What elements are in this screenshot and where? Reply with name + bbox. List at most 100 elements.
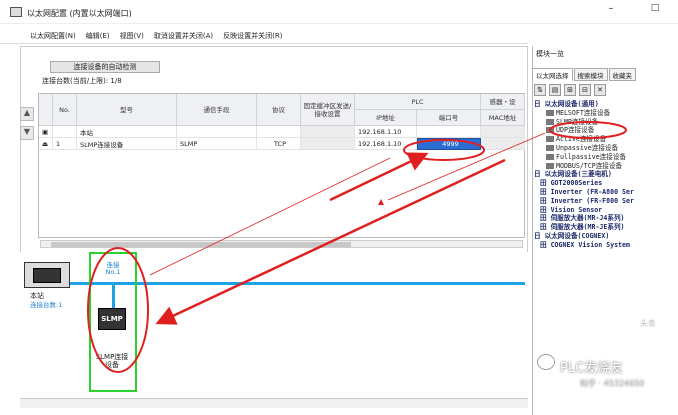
move-up-button[interactable]: ▲ [20,107,34,121]
header-sensor: 感器・设 [481,94,525,110]
header-comm: 通信手段 [177,94,257,126]
menu-view[interactable]: 视图(V) [120,31,144,41]
diagram-scrollbar[interactable] [20,398,528,408]
header-port: 端口号 [417,110,481,126]
move-down-button[interactable]: ▼ [20,126,34,140]
device-icon [546,153,554,160]
cell-protocol[interactable] [257,126,301,138]
header-icon [39,94,53,126]
connection-count: 连接台数(当前/上限): 1/8 [42,77,122,85]
menu-bar: 以太网配置(N) 编辑(E) 视图(V) 取消设置并关闭(A) 反映设置并关闭(… [0,28,528,44]
device-icon [546,127,554,134]
tab-ethernet-select[interactable]: 以太网选择 [532,68,573,81]
watermark-text: PLC发烧友 [560,361,624,376]
maximize-button[interactable]: □ [644,3,666,19]
header-no: No. [53,94,77,126]
app-icon [10,7,22,17]
row-icon: ▣ [39,126,53,138]
cell-ip[interactable]: 192.168.1.10 [355,126,417,138]
device-row-icon: ⏏ [39,138,53,150]
tree-item[interactable]: Unpassive连接设备 [534,144,678,153]
tree-item[interactable]: Fullpassive连接设备 [534,153,678,162]
own-station-icon[interactable] [24,262,70,288]
tab-favorites[interactable]: 收藏夹 [608,68,636,81]
table-scrollbar[interactable] [40,240,523,248]
own-station-count: 连接台数:1 [30,301,63,309]
device-table: No. 型号 通信手段 协议 固定缓冲区发送/接收设置 PLC IP地址 端口号… [38,93,525,238]
tree-item-slmp[interactable]: SLMP连接设备 [534,118,678,127]
cell-mac [481,126,525,138]
cell-port[interactable] [417,126,481,138]
tree-item[interactable]: Active连接设备 [534,135,678,144]
filter-icon[interactable]: ▤ [549,84,561,96]
cell-mac [481,138,525,150]
header-ip: IP地址 [355,110,417,126]
device-icon [546,162,554,169]
scrollbar-thumb[interactable] [51,242,351,247]
watermark-subtext: 知乎 · 45324650 [580,379,645,388]
cell-fixed [301,126,355,138]
device-icon [546,109,554,116]
cell-no: 1 [53,138,77,150]
cell-fixed [301,138,355,150]
tree-group[interactable]: 日 以太网设备(三菱电机) [534,170,678,179]
header-model: 型号 [77,94,177,126]
module-list-tabs: 以太网选择 搜索模块 收藏夹 [532,68,678,81]
menu-ethernet-config[interactable]: 以太网配置(N) [30,31,76,41]
watermark-small: 头条 [640,319,656,328]
header-fixed-buffer: 固定缓冲区发送/接收设置 [301,94,355,126]
tree-item-label: Fullpassive连接设备 [556,152,627,161]
tree-subgroup[interactable]: 田 COGNEX Vision System [534,241,678,250]
title-bar: 以太网配置 (内置以太网端口) – □ [0,0,678,24]
slmp-device-icon[interactable]: SLMP [98,308,126,330]
tree-item-label: MELSOFT连接设备 [556,108,611,117]
device-icon [546,136,554,143]
tree-subgroup[interactable]: 田 伺服放大器(MR-JE系列) [534,223,678,232]
tree-subgroup[interactable]: 田 Inverter (FR-F800 Ser [534,197,678,206]
tree-item[interactable]: MELSOFT连接设备 [534,109,678,118]
device-drop-line [112,284,115,308]
tree-group[interactable]: 日 以太网设备(COGNEX) [534,232,678,241]
auto-detect-button[interactable]: 连接设备的自动检测 [50,61,160,73]
module-list-title: 模块一览 [536,50,564,58]
menu-edit[interactable]: 编辑(E) [86,31,110,41]
cell-comm[interactable]: SLMP [177,138,257,150]
network-bus-line [70,282,525,285]
header-plc-group: PLC [355,94,481,110]
tree-group[interactable]: 日 以太网设备(通用) [534,100,678,109]
tree-subgroup[interactable]: 田 Inverter (FR-A800 Ser [534,188,678,197]
collapse-icon[interactable]: ⊟ [579,84,591,96]
tree-item-label: Active连接设备 [556,135,607,144]
menu-apply-close[interactable]: 反映设置并关闭(R) [223,31,282,41]
tree-item-label: UDP连接设备 [556,126,595,135]
tree-item-label: SLMP连接设备 [556,117,599,126]
module-list-toolbar: ⇅ ▤ ⊞ ⊟ ✕ [534,84,674,98]
tree-subgroup[interactable]: 田 Vision Sensor [534,206,678,215]
header-mac: MAC地址 [481,110,525,126]
menu-cancel-close[interactable]: 取消设置并关闭(A) [154,31,213,41]
tree-item[interactable]: UDP连接设备 [534,126,678,135]
cell-protocol[interactable]: TCP [257,138,301,150]
cell-model[interactable]: SLMP连接设备 [77,138,177,150]
window-title: 以太网配置 (内置以太网端口) [27,9,132,18]
tree-item[interactable]: MODBUS/TCP连接设备 [534,162,678,171]
minimize-button[interactable]: – [600,3,622,19]
cell-model[interactable]: 本站 [77,126,177,138]
cell-ip[interactable]: 192.168.1.10 [355,138,417,150]
tab-search-module[interactable]: 搜索模块 [573,68,608,81]
cell-comm[interactable] [177,126,257,138]
connection-no-label: 连接 No.1 [105,261,121,276]
module-tree: 日 以太网设备(通用) MELSOFT连接设备 SLMP连接设备 UDP连接设备… [534,100,678,250]
slmp-device-label: SLMP连接设备 [95,353,129,369]
device-icon [546,144,554,151]
sort-icon[interactable]: ⇅ [534,84,546,96]
cell-no [53,126,77,138]
watermark-logo [537,354,555,370]
close-icon[interactable]: ✕ [594,84,606,96]
device-icon [546,118,554,125]
tree-subgroup[interactable]: 田 伺服放大器(MR-J4系列) [534,214,678,223]
expand-icon[interactable]: ⊞ [564,84,576,96]
port-number-input[interactable]: 4999 [417,138,481,150]
tree-subgroup[interactable]: 田 GOT2000Series [534,179,678,188]
tree-item-label: MODBUS/TCP连接设备 [556,161,623,170]
